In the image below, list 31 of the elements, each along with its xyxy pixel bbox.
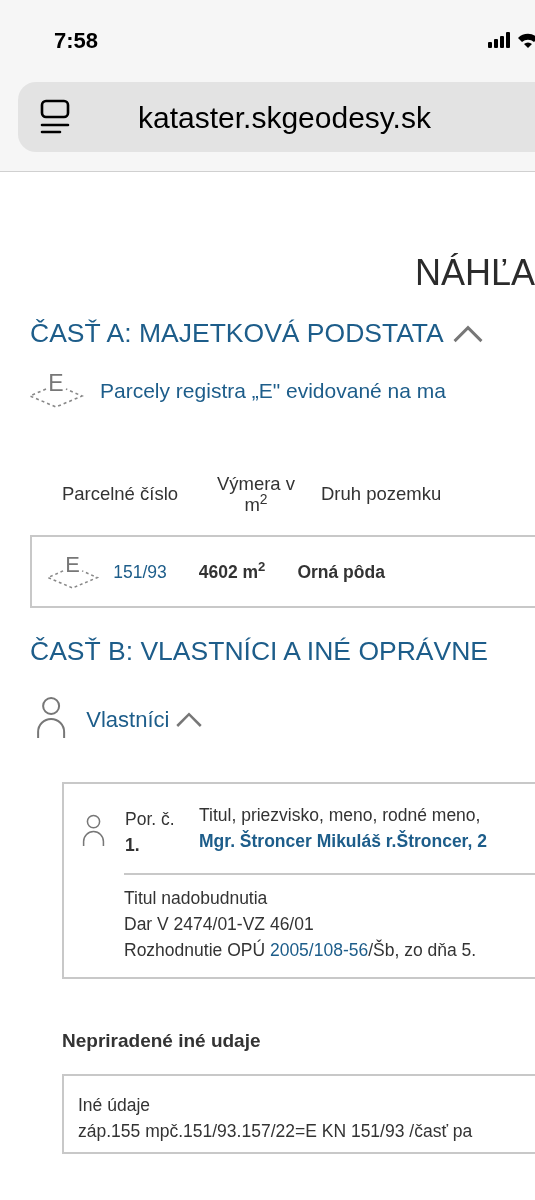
register-letter: E — [48, 371, 64, 395]
info-label: Iné údaje — [78, 1093, 151, 1117]
person-icon — [82, 814, 106, 847]
land-type-value: Orná pôda — [297, 560, 385, 584]
register-heading[interactable]: Parcely registra „E" evidované na ma — [100, 375, 446, 407]
tabs-icon — [40, 99, 70, 135]
parcel-number-link[interactable]: 151/93 — [113, 558, 167, 585]
register-letter: E — [65, 554, 80, 577]
subsection-heading: Nepriradené iné udaje — [62, 1029, 262, 1054]
owner-name-link[interactable]: Mgr. Štroncer Mikuláš r.Štroncer, 2 — [199, 828, 487, 855]
acquisition-text: Dar V 2474/01-VZ 46/01 — [124, 912, 315, 936]
column-header: Druh pozemku — [320, 483, 443, 505]
acquisition-text: Rozhodnutie OPÚ 2005/108-56/Šb, zo dňa 5. — [124, 938, 478, 963]
column-header: Parcelné číslo — [60, 483, 180, 505]
owners-heading[interactable]: Vlastníci — [86, 703, 170, 737]
chevron-up-icon[interactable] — [451, 323, 484, 345]
acquisition-label: Titul nadobudnutia — [124, 886, 269, 910]
area-value: 4602 m$^{2}$ — [198, 558, 266, 584]
column-header: Výmera v m$^{2}$ — [215, 472, 297, 516]
page-title: NÁHĽA — [414, 251, 535, 295]
name-label: Titul, priezvisko, meno, rodné meno, — [199, 804, 482, 828]
document-link[interactable]: 2005/108-56 — [269, 940, 369, 961]
order-label: Por. č. — [125, 808, 176, 832]
person-icon — [36, 696, 67, 739]
chevron-up-icon[interactable] — [175, 710, 204, 730]
section-heading: ČASŤ A: MAJETKOVÁ PODSTATA — [30, 318, 444, 350]
wifi-icon — [518, 32, 535, 48]
info-text: záp.155 mpč.151/93.157/22=E KN 151/93 /časť pa — [78, 1120, 474, 1144]
status-time: 7:58 — [54, 26, 99, 55]
section-heading: ČASŤ B: VLASTNÍCI A INÉ OPRÁVNE — [30, 636, 489, 669]
order-number: 1. — [125, 834, 141, 858]
